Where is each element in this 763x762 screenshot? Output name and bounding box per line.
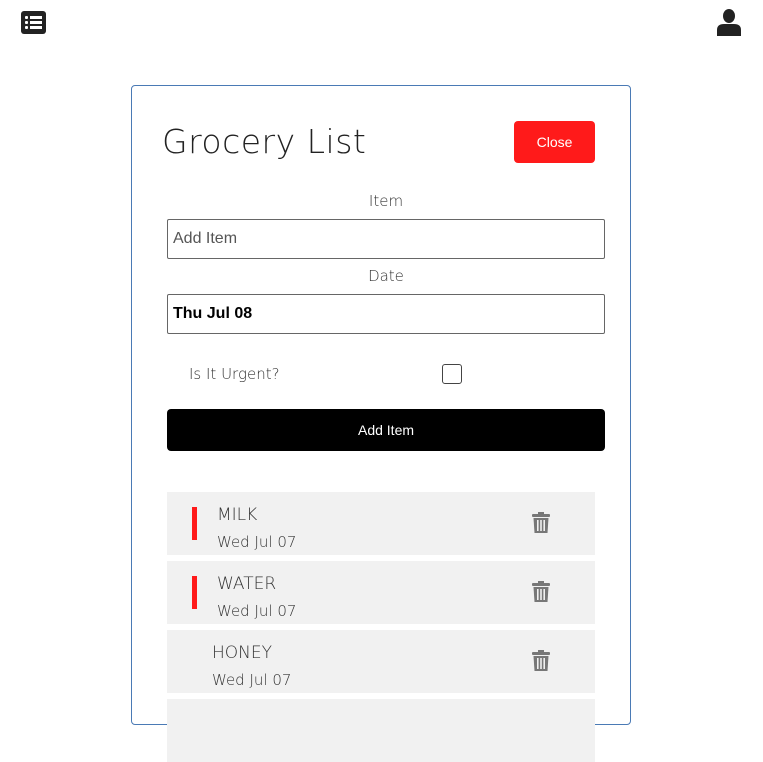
grocery-list-card xyxy=(131,85,631,725)
list-item: HONEY Wed Jul 07 xyxy=(167,630,595,693)
item-date: Wed Jul 07 xyxy=(217,533,297,551)
item-label: Item xyxy=(368,192,404,210)
urgent-label: Is It Urgent? xyxy=(189,365,280,383)
add-item-button[interactable]: Add Item xyxy=(167,409,605,451)
urgent-indicator xyxy=(192,507,197,540)
item-name: WATER xyxy=(217,574,277,594)
urgent-indicator xyxy=(192,576,197,609)
item-name: MILK xyxy=(217,505,258,525)
trash-icon[interactable] xyxy=(532,650,550,671)
trash-icon[interactable] xyxy=(532,581,550,602)
item-input[interactable] xyxy=(167,219,605,259)
list-item: WATER Wed Jul 07 xyxy=(167,561,595,624)
item-date: Wed Jul 07 xyxy=(217,602,297,620)
close-button[interactable]: Close xyxy=(514,121,595,163)
item-name: HONEY xyxy=(212,643,273,663)
page-title: Grocery List xyxy=(162,122,367,161)
date-label: Date xyxy=(368,267,404,285)
date-input[interactable] xyxy=(167,294,605,334)
list-icon[interactable] xyxy=(21,11,46,34)
item-date: Wed Jul 07 xyxy=(212,671,292,689)
list-item: MILK Wed Jul 07 xyxy=(167,492,595,555)
list-item xyxy=(167,699,595,762)
user-icon[interactable] xyxy=(717,9,741,36)
trash-icon[interactable] xyxy=(532,512,550,533)
urgent-checkbox[interactable] xyxy=(442,364,462,384)
